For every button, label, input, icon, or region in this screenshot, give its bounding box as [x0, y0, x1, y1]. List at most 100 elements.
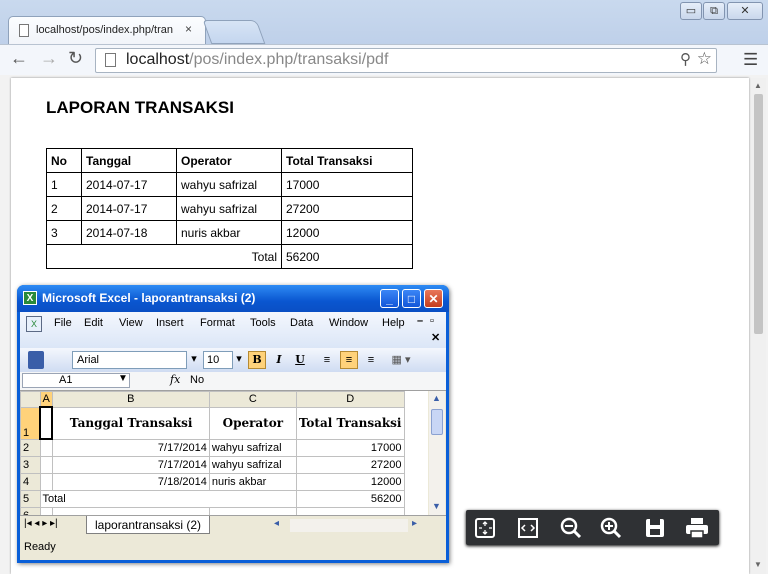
chrome-menu-icon[interactable]: ☰	[743, 50, 758, 70]
font-dropdown-icon[interactable]: ▾	[188, 351, 200, 369]
sheet-tab[interactable]: laporantransaksi (2)	[86, 516, 211, 534]
reload-icon[interactable]: ↻	[68, 48, 83, 69]
align-left-icon[interactable]: ≡	[318, 351, 336, 369]
cell-b1[interactable]: Tanggal Transaksi	[51, 406, 210, 440]
menu-tools[interactable]: Tools	[250, 317, 276, 329]
window-close-button[interactable]: ✕	[727, 2, 763, 20]
scroll-down-icon[interactable]: ▼	[432, 501, 441, 511]
cell-d1[interactable]: Total Transaksi	[295, 406, 405, 440]
size-dropdown-icon[interactable]: ▾	[234, 351, 244, 369]
cell[interactable]: wahyu safrizal	[208, 438, 297, 457]
italic-button[interactable]: I	[270, 351, 288, 369]
row-header[interactable]: 5	[20, 490, 41, 508]
scrollbar-thumb[interactable]	[754, 94, 763, 334]
cell[interactable]: wahyu safrizal	[208, 456, 297, 474]
zoom-in-icon[interactable]	[596, 514, 626, 541]
cell[interactable]: 7/17/2014	[51, 438, 210, 457]
column-header-a[interactable]: A	[39, 391, 53, 408]
excel-vertical-scrollbar[interactable]: ▲ ▼	[429, 391, 445, 515]
new-tab-button[interactable]	[202, 20, 266, 44]
cell[interactable]: nuris akbar	[208, 473, 297, 491]
fit-width-icon[interactable]	[513, 514, 543, 541]
namebox-dropdown-icon[interactable]: ▼	[118, 373, 128, 384]
cell[interactable]	[208, 507, 297, 515]
page-scrollbar[interactable]: ▲ ▼	[751, 78, 766, 574]
cell[interactable]: 12000	[295, 473, 405, 491]
tab-close-icon[interactable]: ×	[185, 22, 192, 36]
menu-insert[interactable]: Insert	[156, 317, 184, 329]
bookmark-star-icon[interactable]: ☆	[697, 49, 712, 69]
status-text: Ready	[24, 541, 56, 553]
scrollbar-thumb[interactable]	[431, 409, 443, 435]
cell[interactable]: 7/17/2014	[51, 456, 210, 474]
menu-window[interactable]: Window	[329, 317, 368, 329]
row-header[interactable]: 2	[20, 438, 41, 457]
scroll-down-icon[interactable]: ▼	[754, 560, 762, 569]
excel-maximize-button[interactable]: □	[402, 289, 421, 308]
row-header[interactable]: 4	[20, 473, 41, 491]
zoom-icon[interactable]: ⚲	[680, 50, 691, 68]
column-header-d[interactable]: D	[295, 391, 405, 408]
browser-tab[interactable]: localhost/pos/index.php/tran ×	[8, 16, 206, 45]
font-name-select[interactable]: Arial	[72, 351, 187, 369]
address-bar[interactable]: localhost/pos/index.php/transaksi/pdf ⚲ …	[95, 48, 717, 73]
menu-file[interactable]: File	[54, 317, 72, 329]
horizontal-scrollbar[interactable]	[290, 519, 408, 532]
underline-button[interactable]: U	[291, 351, 309, 369]
cell-a1[interactable]	[38, 406, 54, 440]
cell[interactable]	[295, 507, 405, 515]
row-header[interactable]: 1	[20, 406, 41, 440]
forward-arrow-icon[interactable]: →	[40, 48, 58, 69]
cell[interactable]	[39, 507, 53, 515]
column-header-c[interactable]: C	[208, 391, 297, 408]
function-icon[interactable]: fx	[170, 373, 180, 386]
row-header[interactable]: 3	[20, 456, 41, 474]
menu-view[interactable]: View	[119, 317, 143, 329]
sheet-nav-icons[interactable]: |◂ ◂ ▸ ▸|	[24, 518, 58, 529]
bold-button[interactable]: B	[248, 351, 266, 369]
excel-minimize-button[interactable]: _	[380, 289, 399, 308]
cell[interactable]: 7/18/2014	[51, 473, 210, 491]
excel-close-button[interactable]: ✕	[424, 289, 443, 308]
hscroll-left-icon[interactable]: ◂	[274, 518, 279, 529]
cell[interactable]: 17000	[295, 438, 405, 457]
cell[interactable]: 27200	[295, 456, 405, 474]
doc-restore-icon[interactable]: ▫	[430, 315, 434, 327]
back-arrow-icon[interactable]: ←	[10, 48, 28, 69]
fit-page-icon[interactable]	[470, 514, 500, 541]
menu-format[interactable]: Format	[200, 317, 235, 329]
cell[interactable]: Total	[39, 490, 297, 508]
formula-value[interactable]: No	[190, 374, 204, 386]
window-minimize-button[interactable]: ▭	[680, 2, 702, 20]
window-restore-button[interactable]: ⧉	[703, 2, 725, 20]
cell[interactable]	[39, 438, 53, 457]
column-header-b[interactable]: B	[51, 391, 210, 408]
cell-c1[interactable]: Operator	[208, 406, 297, 440]
align-right-icon[interactable]: ≡	[362, 351, 380, 369]
menu-help[interactable]: Help	[382, 317, 405, 329]
menu-data[interactable]: Data	[290, 317, 313, 329]
doc-close-icon[interactable]: ✕	[431, 331, 440, 344]
spreadsheet-grid[interactable]: A B C D 1 Tanggal Transaksi Operator Tot…	[20, 391, 428, 515]
borders-icon[interactable]: ▦ ▾	[388, 351, 414, 369]
scroll-up-icon[interactable]: ▲	[432, 393, 441, 403]
font-size-select[interactable]: 10	[203, 351, 233, 369]
menu-edit[interactable]: Edit	[84, 317, 103, 329]
cell[interactable]: 56200	[295, 490, 405, 508]
cell[interactable]	[39, 473, 53, 491]
corner-cell[interactable]	[20, 391, 41, 408]
save-icon[interactable]	[28, 351, 44, 369]
align-center-icon[interactable]: ≡	[340, 351, 358, 369]
save-icon[interactable]	[640, 514, 670, 541]
hscroll-right-icon[interactable]: ▸	[412, 518, 417, 529]
doc-minimize-icon[interactable]: –	[417, 315, 423, 327]
url-host: localhost	[126, 51, 190, 68]
zoom-out-icon[interactable]	[556, 514, 586, 541]
excel-title-bar[interactable]: X Microsoft Excel - laporantransaksi (2)…	[17, 285, 449, 312]
name-box[interactable]: A1	[22, 373, 130, 388]
print-icon[interactable]	[682, 514, 712, 541]
cell[interactable]	[51, 507, 210, 515]
cell[interactable]	[39, 456, 53, 474]
scroll-up-icon[interactable]: ▲	[754, 81, 762, 90]
row-header[interactable]: 6	[20, 507, 41, 515]
